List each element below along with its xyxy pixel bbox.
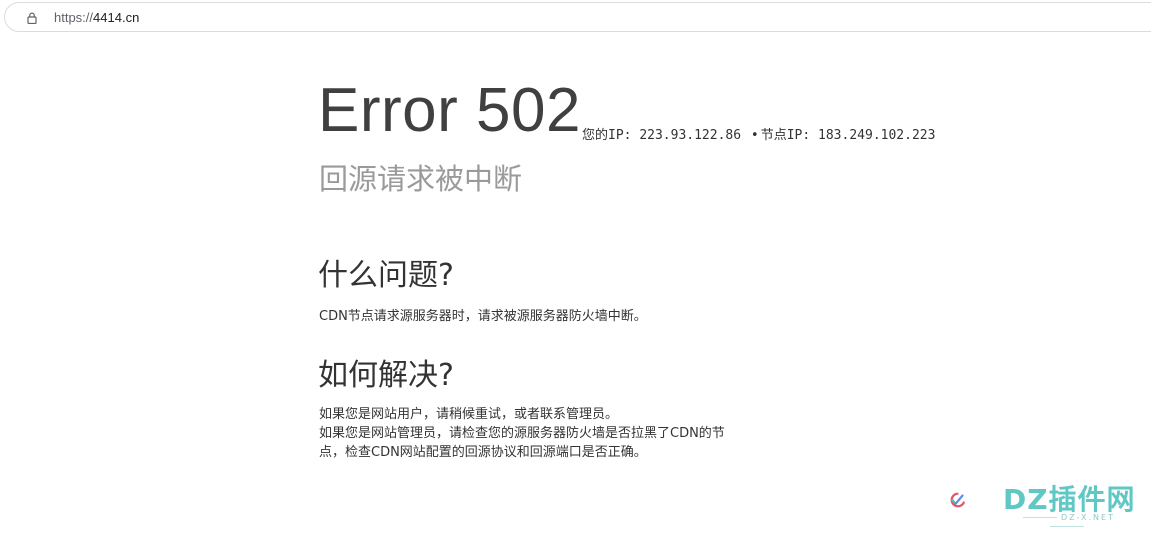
watermark-brand: DZ插件网 <box>1003 483 1136 516</box>
watermark-domain: DZ-X.NET <box>1003 513 1131 531</box>
your-ip-label: 您的IP: <box>582 128 632 143</box>
url-host: 4414.cn <box>93 10 140 25</box>
error-subtitle: 回源请求被中断 <box>319 162 523 196</box>
ip-separator: • <box>750 128 759 143</box>
url-text[interactable]: https://4414.cn <box>54 10 139 25</box>
how-heading: 如何解决? <box>318 358 454 393</box>
checkmark-logo-icon <box>950 492 965 508</box>
node-ip-label: 节点IP: <box>760 128 811 143</box>
your-ip: 223.93.122.86 <box>639 128 742 143</box>
url-scheme: https:// <box>54 10 94 25</box>
ip-info: 您的IP: 223.93.122.86 • 节点IP: 183.249.102.2… <box>582 124 935 143</box>
what-heading: 什么问题? <box>318 258 454 293</box>
how-line-2: 如果您是网站管理员，请检查您的源服务器防火墙是否拉黑了CDN的节 <box>319 426 725 441</box>
lock-icon[interactable] <box>27 12 37 24</box>
node-ip: 183.249.102.223 <box>818 128 936 143</box>
how-line-3: 点，检查CDN网站配置的回源协议和回源端口是否正确。 <box>319 445 647 460</box>
what-body: CDN节点请求源服务器时，请求被源服务器防火墙中断。 <box>319 309 647 324</box>
address-bar[interactable]: https://4414.cn <box>4 2 1151 32</box>
how-body: 如果您是网站用户，请稍候重试，或者联系管理员。 如果您是网站管理员，请检查您的源… <box>319 405 725 462</box>
how-line-1: 如果您是网站用户，请稍候重试，或者联系管理员。 <box>319 407 619 422</box>
error-title: Error 502 <box>318 76 581 145</box>
